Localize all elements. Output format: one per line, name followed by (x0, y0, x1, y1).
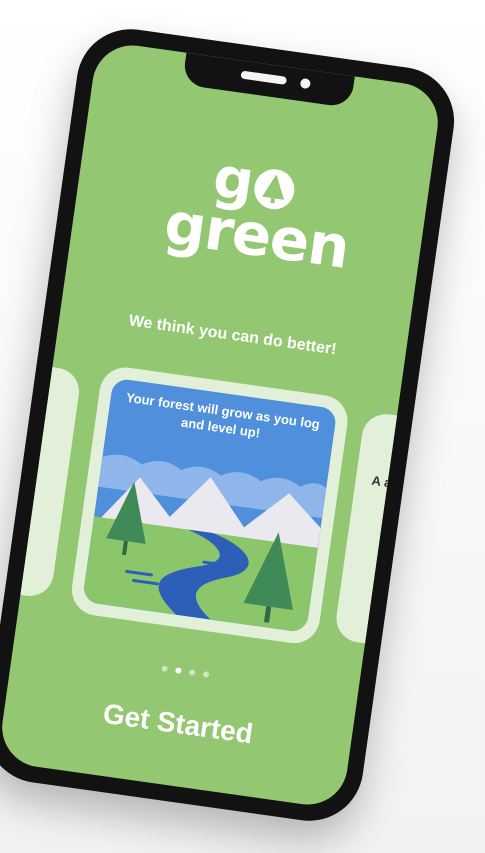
carousel-card-active[interactable]: Your forest will grow as you log and lev… (68, 364, 351, 647)
get-started-button[interactable]: Get Started (3, 684, 352, 764)
pagination-dot[interactable] (161, 665, 168, 673)
phone-frame: g green We think you can do better! Your… (0, 22, 462, 828)
speaker-icon (240, 70, 288, 85)
forest-illustration: Your forest will grow as you log and lev… (82, 377, 338, 633)
tagline: We think you can do better! (127, 312, 338, 359)
pagination-dot[interactable] (202, 671, 210, 678)
camera-icon (299, 77, 311, 90)
go-green-logo: g green (71, 134, 430, 284)
pagination-dot-active[interactable] (175, 667, 182, 674)
carousel-pagination (13, 644, 358, 698)
pagination-dot[interactable] (188, 669, 196, 676)
logo-line-2: green (160, 189, 354, 283)
mockup-stage: g green We think you can do better! Your… (0, 0, 485, 853)
